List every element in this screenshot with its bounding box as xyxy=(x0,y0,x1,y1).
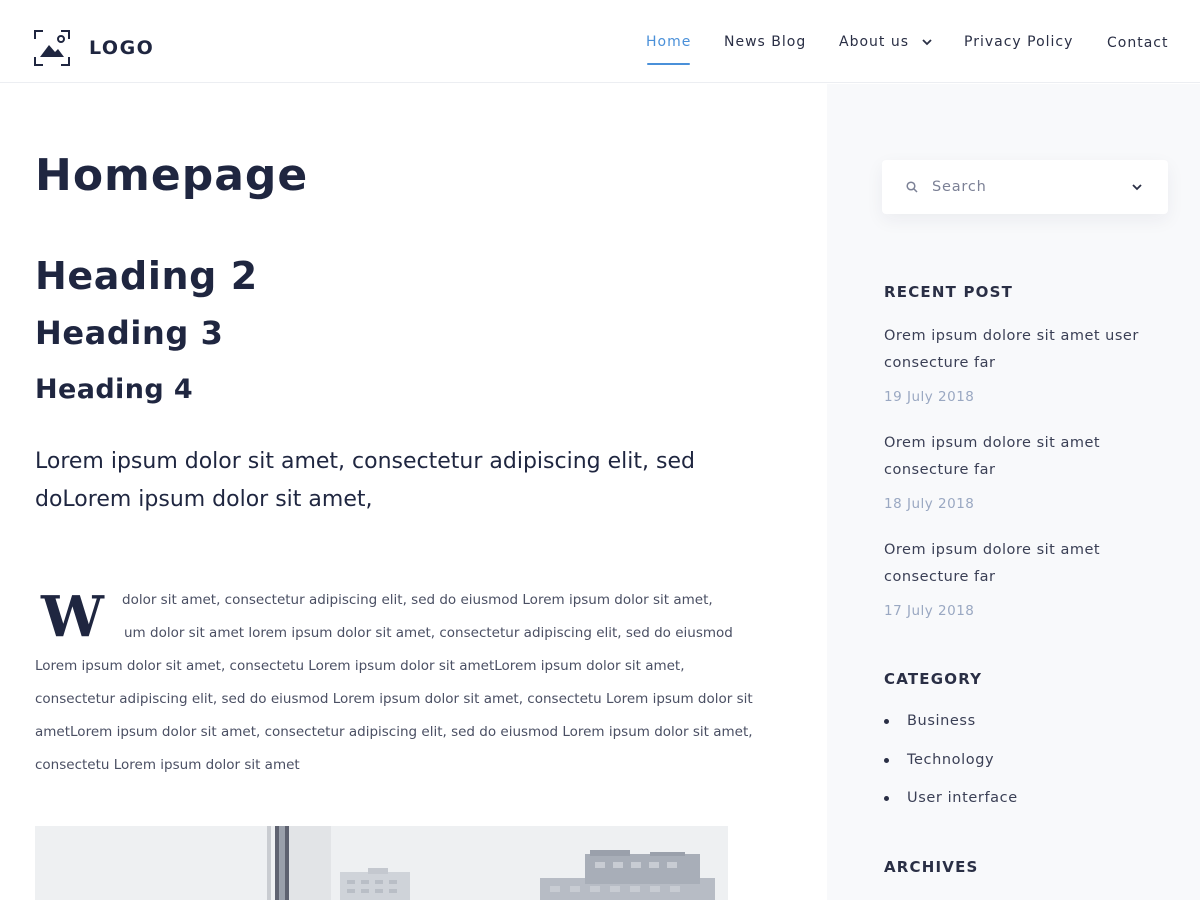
category-label: User interface xyxy=(907,790,1018,806)
nav-home[interactable]: Home xyxy=(646,34,691,54)
chevron-down-icon[interactable] xyxy=(1132,184,1142,191)
recent-post-link[interactable]: Orem ipsum dolore sit amet consecture fa… xyxy=(884,537,1114,591)
heading-2: Heading 2 xyxy=(35,254,258,298)
logo[interactable]: LOGO xyxy=(34,30,154,66)
heading-3: Heading 3 xyxy=(35,314,224,352)
lead-paragraph: Lorem ipsum dolor sit amet, consectetur … xyxy=(35,449,695,512)
bullet xyxy=(884,795,889,801)
nav-privacy-policy[interactable]: Privacy Policy xyxy=(964,34,1073,54)
building-photo xyxy=(35,826,728,900)
body-text-line: consectetu Lorem ipsum dolor sit amet xyxy=(35,757,300,773)
bullet xyxy=(884,718,889,724)
heading-4: Heading 4 xyxy=(35,374,194,405)
category-label: Business xyxy=(907,713,976,729)
page-title: Homepage xyxy=(35,150,309,201)
image-frame-icon xyxy=(34,30,70,66)
category-item-business[interactable]: Business xyxy=(884,713,976,729)
search-box[interactable] xyxy=(882,160,1168,214)
recent-post-link[interactable]: Orem ipsum dolore sit amet user consectu… xyxy=(884,323,1164,377)
nav-about-us-label: About us xyxy=(839,34,910,50)
nav-about-us[interactable]: About us xyxy=(839,34,933,54)
archives-heading: ARCHIVES xyxy=(884,858,979,876)
recent-post-heading: RECENT POST xyxy=(884,283,1014,301)
nav-contact[interactable]: Contact xyxy=(1107,35,1168,55)
category-item-technology[interactable]: Technology xyxy=(884,752,994,768)
body-text-line: ametLorem ipsum dolor sit amet, consecte… xyxy=(35,724,753,740)
nav-active-indicator xyxy=(647,63,690,65)
post-date: 19 July 2018 xyxy=(884,389,975,405)
chevron-down-icon xyxy=(922,38,933,45)
body-text-line: consectetur adipiscing elit, sed do eius… xyxy=(35,691,753,707)
body-text-line: dolor sit amet, consectetur adipiscing e… xyxy=(122,592,713,608)
site-header: LOGO Home News Blog About us Privacy Pol… xyxy=(0,0,1200,83)
category-heading: CATEGORY xyxy=(884,670,983,688)
drop-cap: W xyxy=(41,584,104,650)
logo-text: LOGO xyxy=(89,37,155,59)
recent-post-link[interactable]: Orem ipsum dolore sit amet consecture fa… xyxy=(884,430,1114,484)
nav-news-blog[interactable]: News Blog xyxy=(724,34,806,54)
category-label: Technology xyxy=(907,752,995,768)
search-icon xyxy=(906,181,918,193)
featured-image xyxy=(35,826,728,900)
post-date: 18 July 2018 xyxy=(884,496,975,512)
bullet xyxy=(884,757,889,763)
body-text-line: um dolor sit amet lorem ipsum dolor sit … xyxy=(124,625,733,641)
category-item-user-interface[interactable]: User interface xyxy=(884,790,1018,806)
search-input[interactable] xyxy=(932,175,1122,199)
post-date: 17 July 2018 xyxy=(884,603,975,619)
body-text-line: Lorem ipsum dolor sit amet, consectetu L… xyxy=(35,658,685,674)
